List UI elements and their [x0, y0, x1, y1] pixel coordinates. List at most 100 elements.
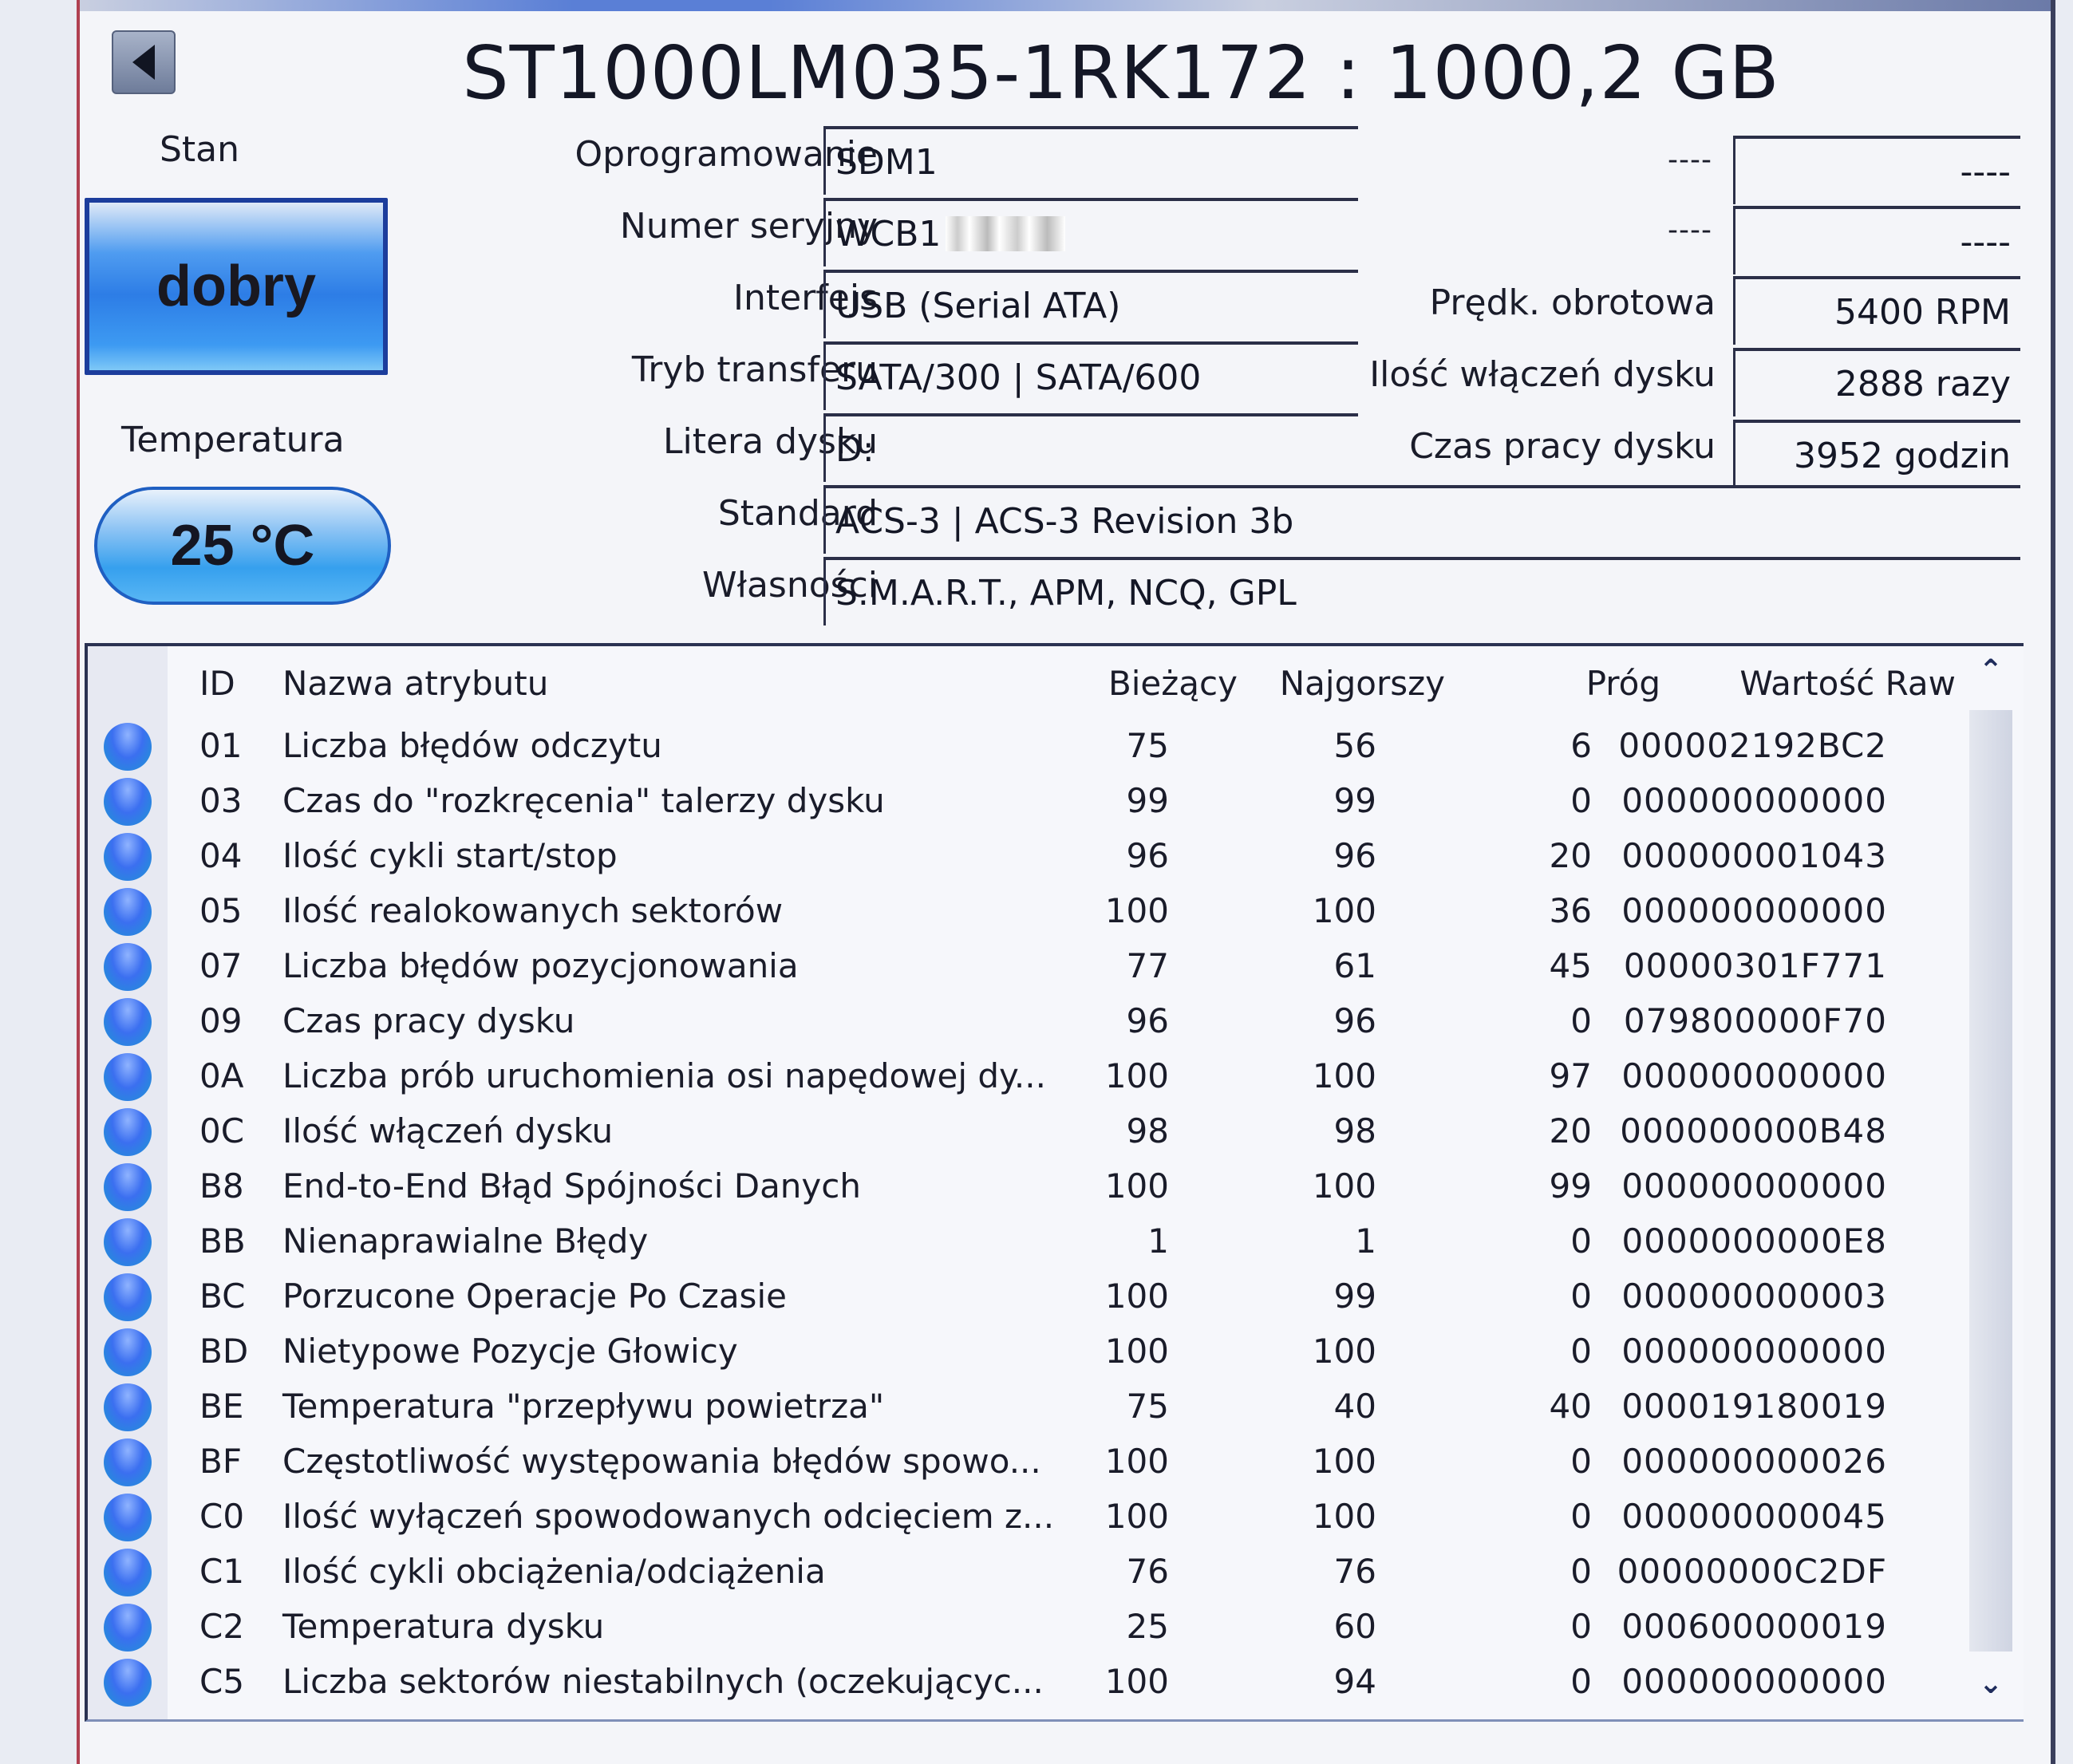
table-row[interactable]: B8 End-to-End Błąd Spójności Danych 100 100… — [88, 1158, 1955, 1213]
attribute-threshold: 0 — [1570, 1001, 1592, 1040]
chevron-up-icon[interactable]: ⌃ — [1969, 654, 2012, 694]
attribute-raw: 000000000000 — [1621, 1166, 1887, 1206]
table-row[interactable]: 0A Liczba prób uruchomienia osi napędowej… — [88, 1048, 1955, 1103]
attribute-id: B8 — [199, 1166, 244, 1206]
unused-label-2: ---- — [1668, 214, 1712, 247]
attribute-id: C1 — [199, 1552, 245, 1591]
attribute-raw: 000000000000 — [1621, 1332, 1887, 1371]
health-status-button[interactable]: dobry — [85, 198, 388, 375]
table-row[interactable]: BC Porzucone Operacje Po Czasie 100 99 0 0000… — [88, 1269, 1955, 1324]
scrollbar-track[interactable] — [1969, 710, 2012, 1652]
temperature-value: 25 °C — [170, 514, 315, 578]
attribute-name: Ilość cykli obciążenia/odciążenia — [282, 1552, 826, 1591]
table-row[interactable]: 04 Ilość cykli start/stop 96 96 20 0000000010… — [88, 828, 1955, 883]
temperature-badge[interactable]: 25 °C — [94, 487, 391, 605]
attribute-name: End-to-End Błąd Spójności Danych — [282, 1166, 861, 1206]
status-dot-icon — [104, 723, 152, 771]
attribute-id: BB — [199, 1221, 246, 1261]
attribute-name: Częstotliwość występowania błędów spowo.… — [282, 1442, 1041, 1481]
unused-field-1: ---- — [1733, 136, 2020, 204]
status-dot-icon — [104, 778, 152, 826]
table-row[interactable]: C0 Ilość wyłączeń spowodowanych odcięciem… — [88, 1489, 1955, 1544]
status-dot-icon — [104, 888, 152, 936]
attribute-id: BE — [199, 1387, 244, 1426]
table-row[interactable]: C5 Liczba sektorów niestabilnych (oczekuj… — [88, 1654, 1955, 1709]
unused-label-1: ---- — [1668, 144, 1712, 176]
table-row[interactable]: 0C Ilość włączeń dysku 98 98 20 000000000B48 — [88, 1103, 1955, 1158]
column-header-name[interactable]: Nazwa atrybutu — [282, 664, 548, 703]
table-row[interactable]: 01 Liczba błędów odczytu 75 56 6 000002192BC2 — [88, 718, 1955, 773]
attribute-threshold: 20 — [1549, 1111, 1592, 1150]
transfer-mode-field: SATA/300 | SATA/600 — [823, 341, 1358, 410]
column-header-id[interactable]: ID — [199, 664, 235, 703]
chevron-down-icon[interactable]: ⌄ — [1969, 1667, 2012, 1707]
column-header-raw[interactable]: Wartość Raw — [1739, 664, 1956, 703]
table-row[interactable]: BE Temperatura "przepływu powietrza" 75 40 4… — [88, 1379, 1955, 1434]
attribute-worst: 98 — [1333, 1111, 1376, 1150]
table-row[interactable]: 09 Czas pracy dysku 96 96 0 079800000F70 — [88, 993, 1955, 1048]
status-dot-icon — [104, 1163, 152, 1211]
attribute-id: 03 — [199, 781, 243, 820]
attribute-threshold: 0 — [1570, 1552, 1592, 1591]
attribute-current: 96 — [1126, 836, 1169, 875]
status-dot-icon — [104, 943, 152, 991]
attribute-name: Ilość włączeń dysku — [282, 1111, 614, 1150]
attribute-name: Liczba błędów pozycjonowania — [282, 946, 799, 985]
column-header-worst[interactable]: Najgorszy — [1280, 664, 1445, 703]
table-row[interactable]: 07 Liczba błędów pozycjonowania 77 61 45 0000… — [88, 938, 1955, 993]
interface-field: USB (Serial ATA) — [823, 270, 1358, 338]
table-row[interactable]: 05 Ilość realokowanych sektorów 100 100 36 00… — [88, 883, 1955, 938]
attribute-id: 01 — [199, 726, 243, 765]
smart-attributes-table: ID Nazwa atrybutu Bieżący Najgorszy Próg… — [85, 643, 2024, 1722]
attribute-worst: 56 — [1333, 726, 1376, 765]
attribute-current: 75 — [1126, 726, 1169, 765]
attribute-worst: 100 — [1312, 1332, 1376, 1371]
attribute-worst: 100 — [1312, 1497, 1376, 1536]
attribute-current: 100 — [1104, 1332, 1169, 1371]
disk-title: ST1000LM035-1RK172 : 1000,2 GB — [462, 30, 1780, 116]
temperature-label: Temperatura — [121, 420, 345, 460]
column-header-threshold[interactable]: Próg — [1586, 664, 1660, 703]
attribute-raw: 00000000C2DF — [1617, 1552, 1887, 1591]
table-row[interactable]: BB Nienaprawialne Błędy 1 1 0 0000000000E8 — [88, 1213, 1955, 1269]
attribute-threshold: 0 — [1570, 1221, 1592, 1261]
attribute-worst: 100 — [1312, 1442, 1376, 1481]
attribute-current: 99 — [1126, 781, 1169, 820]
table-row[interactable]: 03 Czas do "rozkręcenia" talerzy dysku 99 9… — [88, 773, 1955, 828]
status-dot-icon — [104, 1053, 152, 1101]
attribute-name: Temperatura "przepływu powietrza" — [282, 1387, 885, 1426]
attribute-id: 04 — [199, 836, 243, 875]
serial-number-redacted — [946, 216, 1066, 251]
status-dot-icon — [104, 833, 152, 881]
attribute-worst: 99 — [1333, 1277, 1376, 1316]
attribute-threshold: 40 — [1549, 1387, 1592, 1426]
power-on-hours-label: Czas pracy dysku — [1409, 426, 1716, 467]
table-row[interactable]: C2 Temperatura dysku 25 60 0 000600000019 — [88, 1599, 1955, 1654]
table-scrollbar[interactable]: ⌃ ⌄ — [1969, 654, 2012, 1707]
attribute-current: 100 — [1104, 1497, 1169, 1536]
status-dot-icon — [104, 1218, 152, 1266]
table-row[interactable]: C1 Ilość cykli obciążenia/odciążenia 76 76 0… — [88, 1544, 1955, 1599]
attribute-current: 98 — [1126, 1111, 1169, 1150]
table-row[interactable]: BF Częstotliwość występowania błędów spow… — [88, 1434, 1955, 1489]
health-status-value: dobry — [156, 255, 316, 318]
serial-number-value: WCB1 — [835, 213, 942, 255]
attribute-threshold: 0 — [1570, 1607, 1592, 1646]
attribute-current: 96 — [1126, 1001, 1169, 1040]
table-row[interactable]: BD Nietypowe Pozycje Głowicy 100 100 0 000000… — [88, 1324, 1955, 1379]
column-header-current[interactable]: Bieżący — [1108, 664, 1238, 703]
attribute-current: 100 — [1104, 1166, 1169, 1206]
attribute-current: 100 — [1104, 1277, 1169, 1316]
attribute-worst: 94 — [1333, 1662, 1376, 1701]
serial-number-field: WCB1 — [823, 198, 1358, 266]
attribute-worst: 1 — [1355, 1221, 1376, 1261]
attribute-threshold: 97 — [1549, 1056, 1592, 1095]
table-header: ID Nazwa atrybutu Bieżący Najgorszy Próg… — [88, 646, 2024, 718]
attribute-worst: 96 — [1333, 836, 1376, 875]
attribute-threshold: 36 — [1549, 891, 1592, 930]
unused-field-2: ---- — [1733, 206, 2020, 274]
status-dot-icon — [104, 1604, 152, 1652]
attribute-name: Ilość realokowanych sektorów — [282, 891, 784, 930]
attribute-current: 100 — [1104, 1662, 1169, 1701]
attribute-id: 05 — [199, 891, 243, 930]
